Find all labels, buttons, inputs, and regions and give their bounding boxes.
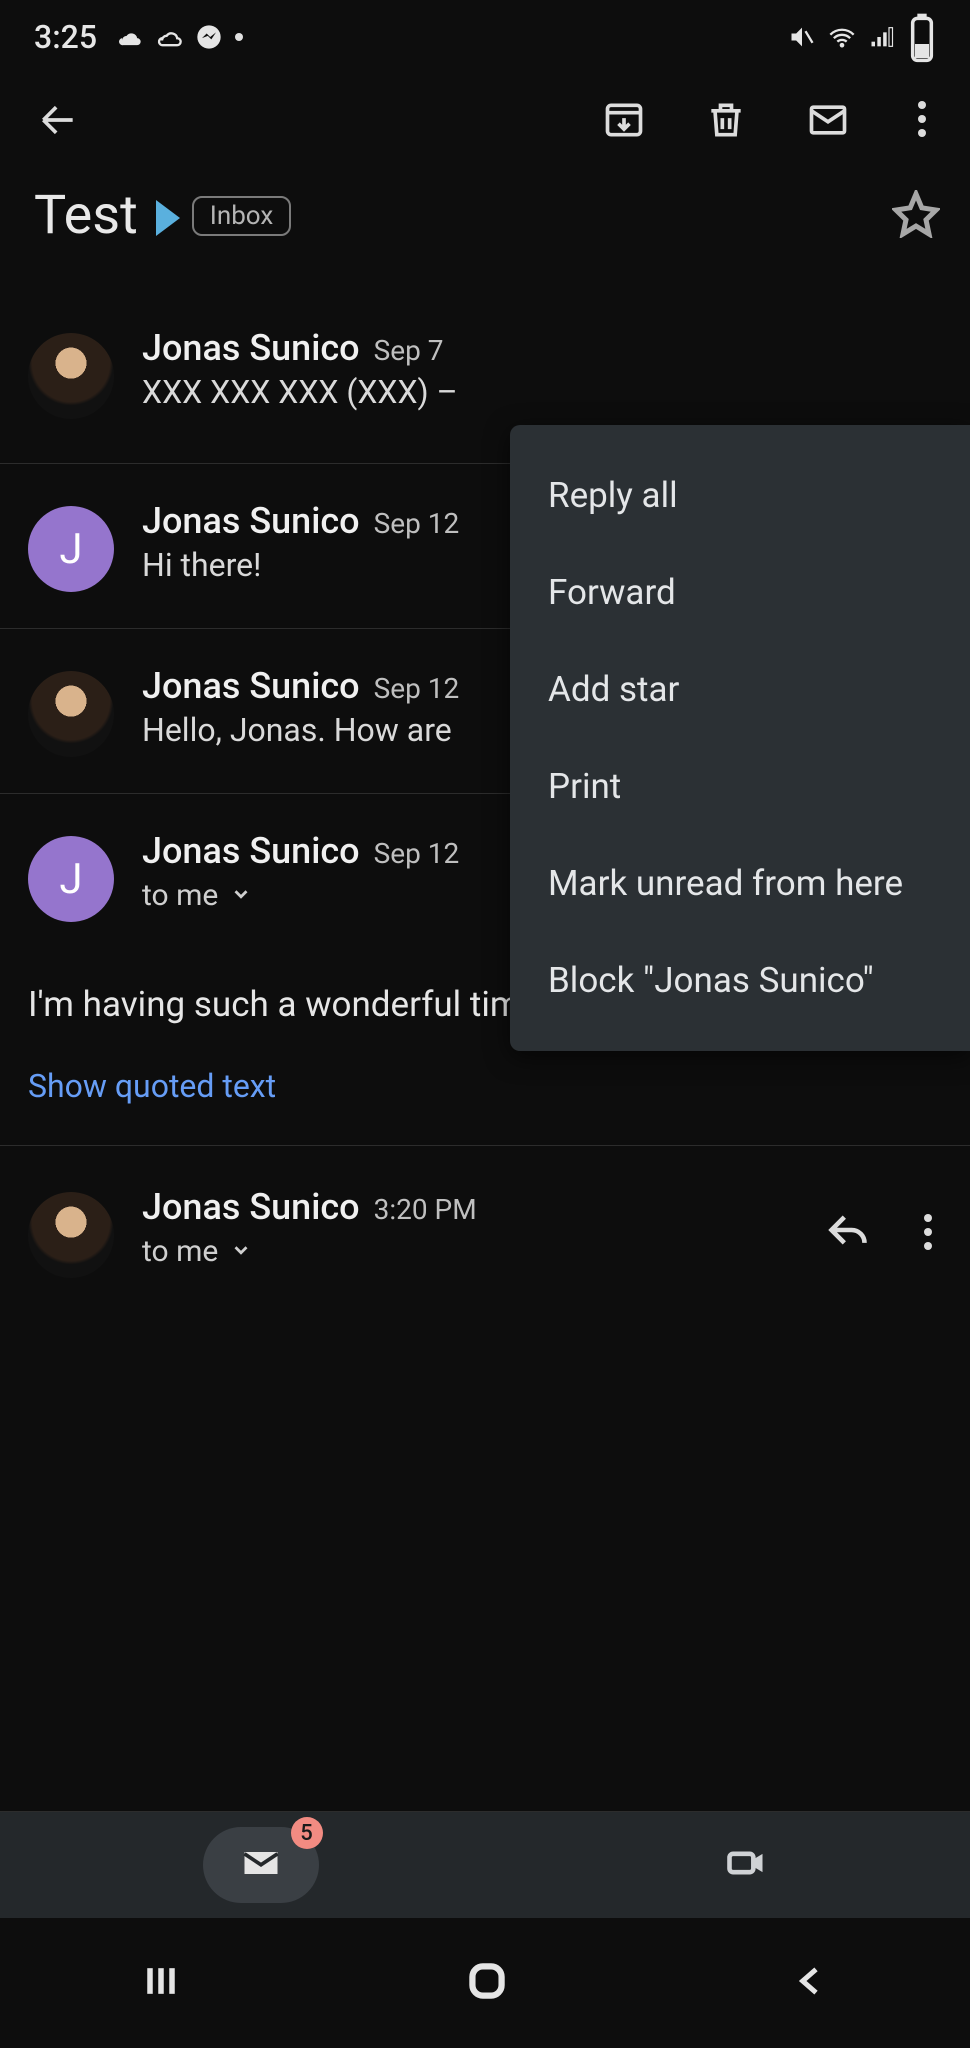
mail-badge: 5 bbox=[291, 1817, 323, 1849]
messenger-icon bbox=[195, 23, 223, 51]
recipient-label: to me bbox=[142, 878, 218, 913]
context-menu: Reply all Forward Add star Print Mark un… bbox=[510, 425, 970, 1051]
archive-icon[interactable] bbox=[602, 98, 646, 146]
status-bar: 3:25 bbox=[0, 0, 970, 70]
video-icon bbox=[724, 1870, 768, 1889]
avatar[interactable] bbox=[28, 1192, 114, 1278]
sender-name: Jonas Sunico bbox=[142, 500, 360, 542]
menu-mark-unread[interactable]: Mark unread from here bbox=[510, 835, 970, 932]
reply-icon[interactable] bbox=[826, 1208, 870, 1256]
mail-icon bbox=[239, 1841, 283, 1889]
status-time: 3:25 bbox=[34, 18, 97, 56]
avatar[interactable] bbox=[28, 671, 114, 757]
cloud-outline-icon bbox=[155, 23, 183, 51]
chevron-down-icon[interactable] bbox=[230, 878, 252, 913]
mail-icon[interactable] bbox=[806, 98, 850, 146]
more-vert-icon[interactable] bbox=[914, 1208, 942, 1256]
recipient-line[interactable]: to me bbox=[142, 1234, 826, 1269]
message-preview: XXX XXX XXX (XXX) – bbox=[142, 373, 942, 411]
inbox-chip[interactable]: Inbox bbox=[192, 196, 292, 236]
message-date: Sep 12 bbox=[374, 672, 460, 705]
subject-title: Test bbox=[34, 184, 138, 247]
menu-print[interactable]: Print bbox=[510, 738, 970, 835]
mute-icon bbox=[788, 23, 816, 51]
home-button[interactable] bbox=[462, 1956, 512, 2010]
trash-icon[interactable] bbox=[704, 98, 748, 146]
sender-name: Jonas Sunico bbox=[142, 665, 360, 707]
cloud-icon bbox=[115, 23, 143, 51]
recents-button[interactable] bbox=[139, 1959, 183, 2007]
tab-video[interactable] bbox=[724, 1841, 768, 1889]
menu-block[interactable]: Block "Jonas Sunico" bbox=[510, 932, 970, 1029]
message-date: Sep 12 bbox=[374, 837, 460, 870]
star-icon[interactable] bbox=[892, 190, 940, 242]
back-icon[interactable] bbox=[36, 98, 80, 146]
sender-name: Jonas Sunico bbox=[142, 327, 360, 369]
system-nav-bar bbox=[0, 1918, 970, 2048]
thread-item-expanded: Jonas Sunico 3:20 PM to me bbox=[0, 1146, 970, 1306]
recipient-label: to me bbox=[142, 1234, 218, 1269]
avatar-letter: J bbox=[59, 525, 82, 574]
bottom-tab-bar: 5 bbox=[0, 1812, 970, 1918]
avatar-letter: J bbox=[59, 855, 82, 904]
app-header bbox=[0, 70, 970, 178]
more-vert-icon[interactable] bbox=[908, 101, 936, 143]
signal-icon bbox=[868, 23, 896, 51]
menu-add-star[interactable]: Add star bbox=[510, 641, 970, 738]
notification-dot-icon bbox=[235, 33, 243, 41]
menu-forward[interactable]: Forward bbox=[510, 544, 970, 641]
show-quoted-link[interactable]: Show quoted text bbox=[0, 1033, 304, 1145]
tab-mail[interactable]: 5 bbox=[203, 1827, 319, 1903]
avatar[interactable]: J bbox=[28, 506, 114, 592]
importance-marker-icon[interactable] bbox=[156, 200, 180, 236]
subject-row: Test Inbox bbox=[0, 178, 970, 283]
sender-name: Jonas Sunico bbox=[142, 1186, 360, 1228]
sender-name: Jonas Sunico bbox=[142, 830, 360, 872]
message-date: 3:20 PM bbox=[374, 1193, 477, 1226]
chevron-down-icon[interactable] bbox=[230, 1234, 252, 1269]
back-button[interactable] bbox=[791, 1961, 831, 2005]
wifi-icon bbox=[828, 23, 856, 51]
menu-reply-all[interactable]: Reply all bbox=[510, 447, 970, 544]
avatar[interactable] bbox=[28, 333, 114, 419]
battery-icon bbox=[908, 23, 936, 51]
message-date: Sep 12 bbox=[374, 507, 460, 540]
avatar[interactable]: J bbox=[28, 836, 114, 922]
message-date: Sep 7 bbox=[374, 334, 444, 367]
